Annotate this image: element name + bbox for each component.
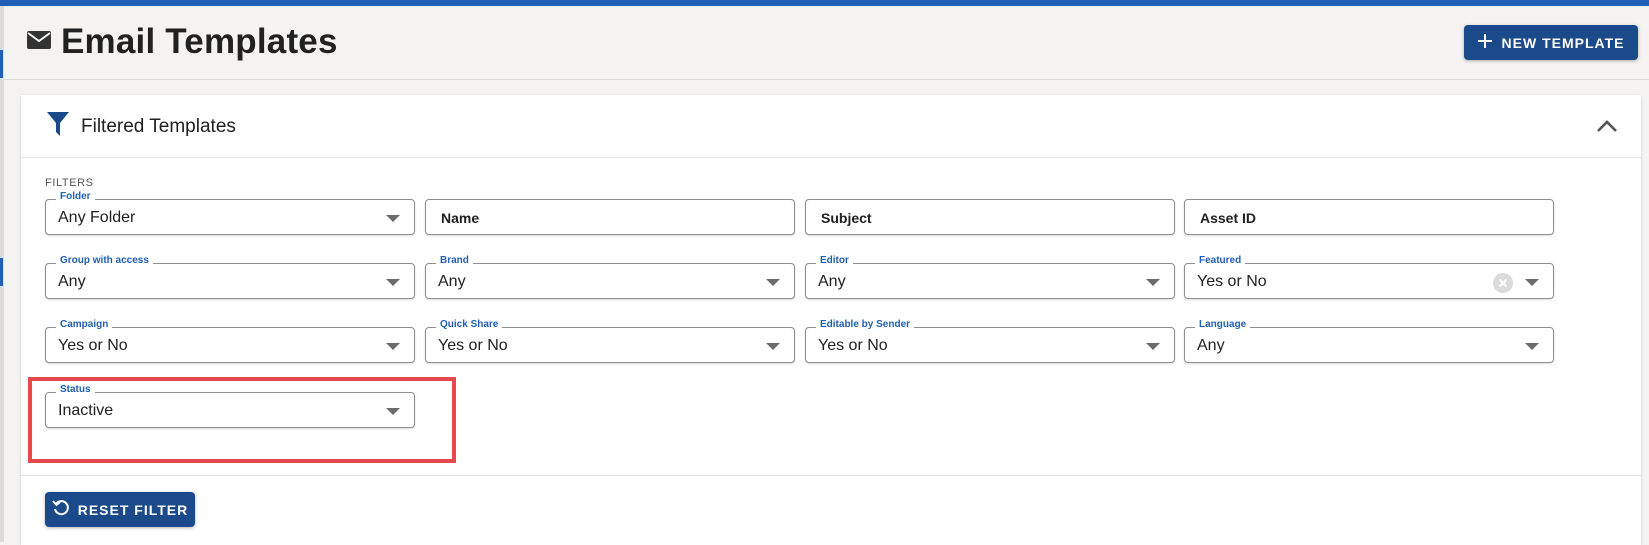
plus-icon (1477, 34, 1492, 51)
reset-icon (51, 499, 70, 520)
editor-label: Editor (816, 255, 853, 267)
brand-select[interactable]: Brand Any (425, 255, 795, 299)
divider (21, 475, 1641, 476)
filter-icon (47, 112, 69, 141)
group-with-access-select[interactable]: Group with access Any (45, 255, 415, 299)
language-select[interactable]: Language Any (1184, 319, 1554, 363)
filter-panel-header[interactable]: Filtered Templates (21, 95, 1641, 158)
quick-share-label: Quick Share (436, 319, 503, 331)
new-template-label: NEW TEMPLATE (1501, 34, 1625, 51)
envelope-icon (27, 30, 51, 54)
caret-down-icon (766, 343, 780, 350)
page-title: Email Templates (61, 22, 338, 61)
campaign-select[interactable]: Campaign Yes or No (45, 319, 415, 363)
caret-down-icon (386, 279, 400, 286)
asset-id-input[interactable]: Asset ID (1184, 199, 1554, 235)
editable-by-sender-value: Yes or No (818, 337, 888, 354)
reset-filter-button[interactable]: RESET FILTER (45, 492, 195, 527)
editor-select[interactable]: Editor Any (805, 255, 1175, 299)
caret-down-icon (1525, 343, 1539, 350)
caret-down-icon (386, 215, 400, 222)
left-rail-marker (0, 258, 3, 286)
editable-by-sender-select[interactable]: Editable by Sender Yes or No (805, 319, 1175, 363)
new-template-button[interactable]: NEW TEMPLATE (1464, 25, 1638, 60)
filters-heading: FILTERS (45, 177, 94, 189)
subject-placeholder: Subject (821, 210, 872, 226)
brand-value: Any (438, 273, 466, 290)
status-label: Status (56, 384, 95, 396)
reset-filter-label: RESET FILTER (77, 501, 189, 518)
page-header: Email Templates NEW TEMPLATE (4, 6, 1649, 80)
folder-select[interactable]: Folder Any Folder (45, 191, 415, 235)
left-rail (0, 6, 4, 542)
editable-by-sender-label: Editable by Sender (816, 319, 915, 331)
quick-share-value: Yes or No (438, 337, 508, 354)
caret-down-icon (1146, 343, 1160, 350)
caret-down-icon (386, 343, 400, 350)
caret-down-icon (1525, 279, 1539, 286)
page-title-group: Email Templates (27, 22, 338, 62)
clear-icon[interactable] (1493, 273, 1513, 293)
status-select[interactable]: Status Inactive (45, 384, 415, 428)
subject-input[interactable]: Subject (805, 199, 1175, 235)
filter-panel-title-group: Filtered Templates (47, 112, 236, 141)
group-with-access-label: Group with access (56, 255, 153, 267)
campaign-value: Yes or No (58, 337, 128, 354)
campaign-label: Campaign (56, 319, 113, 331)
caret-down-icon (766, 279, 780, 286)
name-placeholder: Name (441, 210, 480, 226)
name-input[interactable]: Name (425, 199, 795, 235)
language-label: Language (1195, 319, 1251, 331)
status-value: Inactive (58, 402, 114, 419)
folder-label: Folder (56, 191, 95, 203)
filter-panel-title: Filtered Templates (81, 115, 236, 137)
folder-value: Any Folder (58, 209, 136, 226)
brand-label: Brand (436, 255, 473, 267)
caret-down-icon (386, 408, 400, 415)
editor-value: Any (818, 273, 846, 290)
featured-value: Yes or No (1197, 273, 1267, 290)
chevron-up-icon[interactable] (1595, 115, 1619, 139)
featured-select[interactable]: Featured Yes or No (1184, 255, 1554, 299)
filter-panel: Filtered Templates FILTERS Folder Any Fo… (21, 95, 1641, 545)
featured-label: Featured (1195, 255, 1246, 267)
left-rail-marker (0, 50, 3, 78)
group-with-access-value: Any (58, 273, 86, 290)
caret-down-icon (1146, 279, 1160, 286)
asset-id-placeholder: Asset ID (1200, 210, 1257, 226)
quick-share-select[interactable]: Quick Share Yes or No (425, 319, 795, 363)
language-value: Any (1197, 337, 1225, 354)
